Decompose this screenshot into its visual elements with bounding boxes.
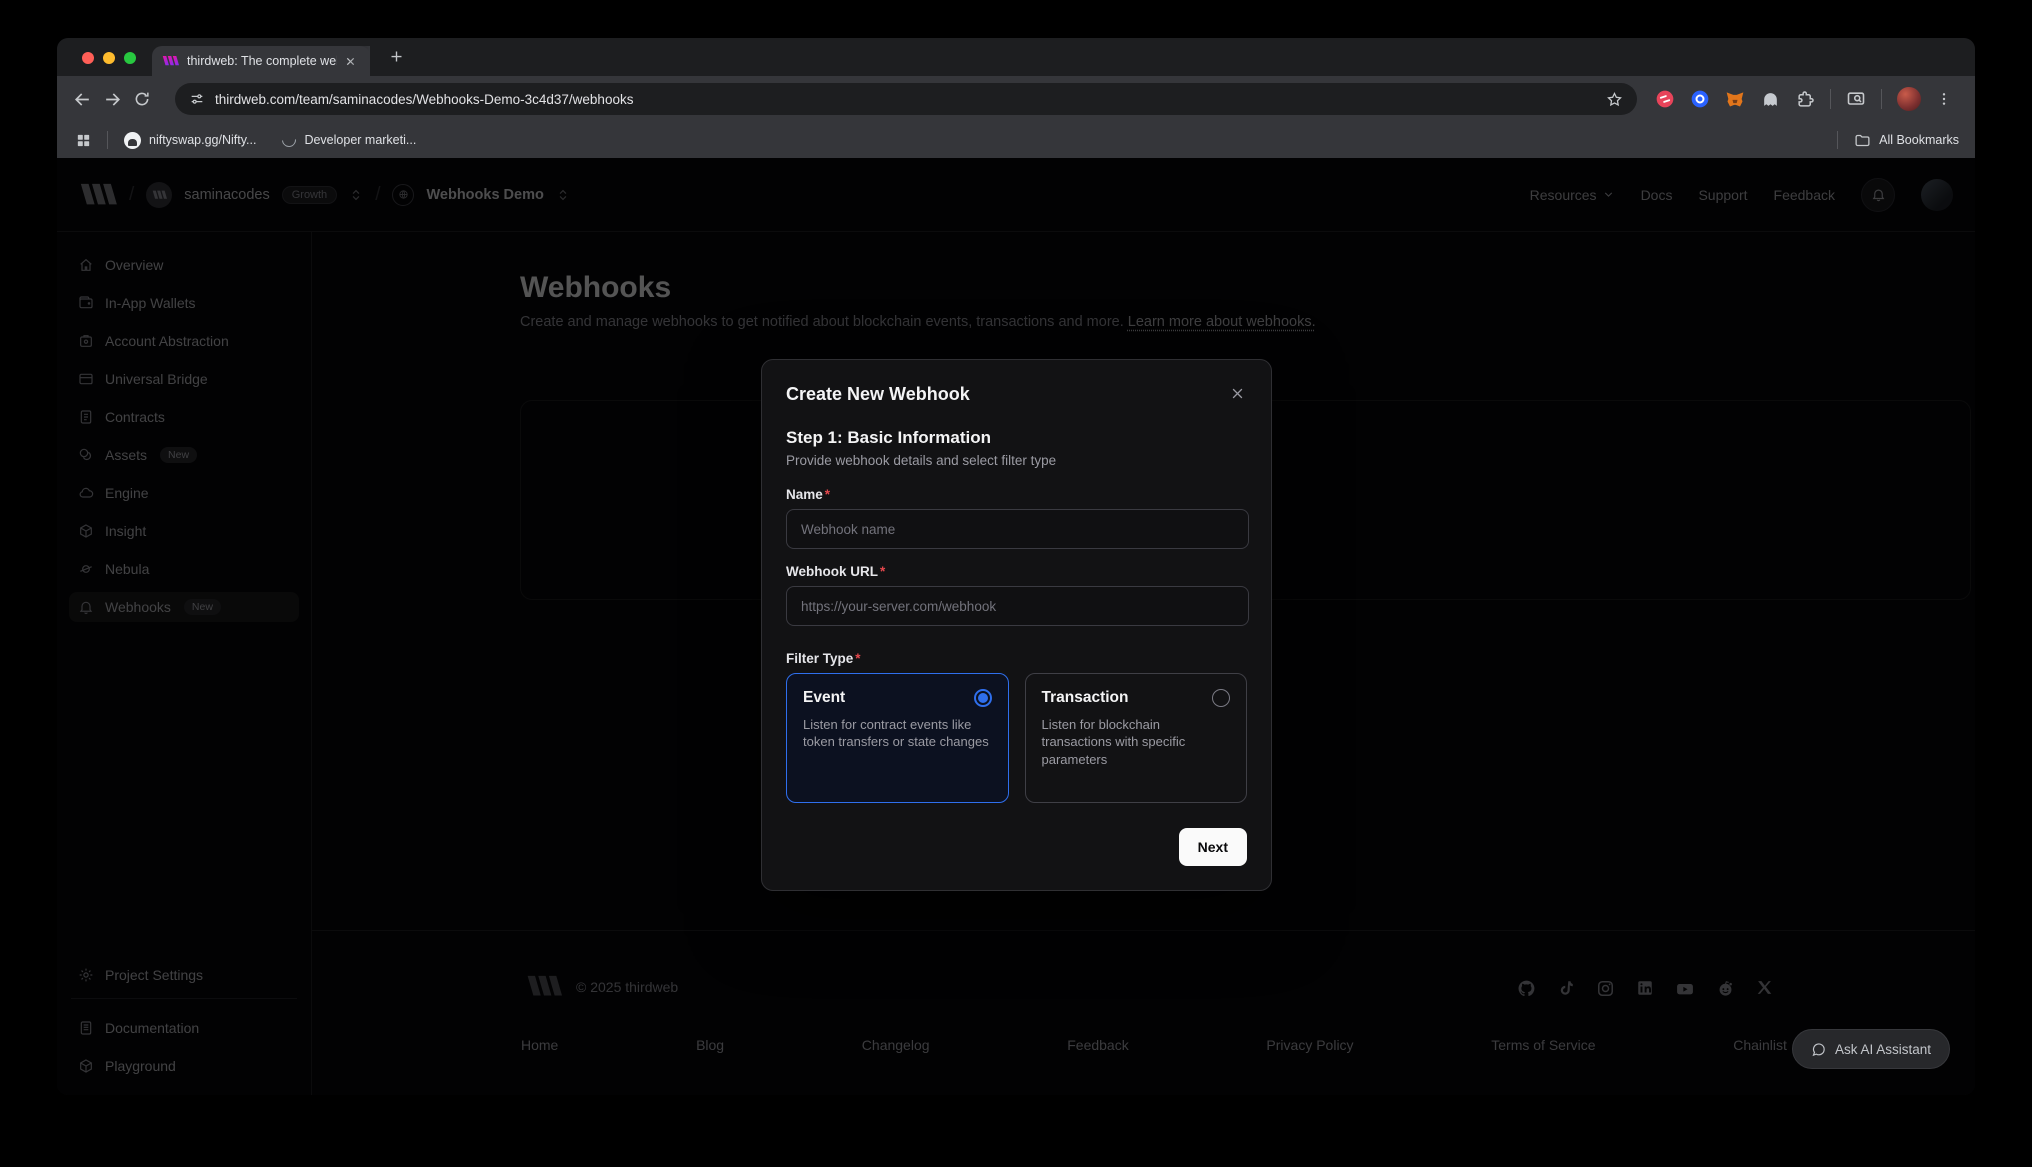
metamask-icon[interactable]: [1725, 89, 1745, 109]
required-asterisk: *: [825, 487, 830, 502]
ask-ai-assistant-label: Ask AI Assistant: [1835, 1042, 1931, 1057]
filter-option-event[interactable]: Event Listen for contract events like to…: [786, 673, 1009, 803]
crescent-favicon: [280, 130, 300, 150]
minimize-window-button[interactable]: [103, 52, 115, 64]
all-bookmarks-button[interactable]: All Bookmarks: [1854, 132, 1959, 149]
extension-red-icon[interactable]: [1655, 89, 1675, 109]
filter-option-description: Listen for contract events like token tr…: [803, 716, 992, 751]
site-settings-icon[interactable]: [189, 91, 205, 107]
filter-type-label: Filter Type*: [786, 651, 1247, 666]
bookmark-label: niftyswap.gg/Nifty...: [149, 133, 256, 147]
filter-option-transaction[interactable]: Transaction Listen for blockchain transa…: [1025, 673, 1248, 803]
next-button[interactable]: Next: [1179, 828, 1247, 866]
create-webhook-modal: Create New Webhook Step 1: Basic Informa…: [761, 359, 1272, 891]
browser-toolbar: thirdweb.com/team/saminacodes/Webhooks-D…: [57, 76, 1975, 122]
all-bookmarks-label: All Bookmarks: [1879, 133, 1959, 147]
url-bar[interactable]: thirdweb.com/team/saminacodes/Webhooks-D…: [175, 83, 1637, 115]
extensions-row: [1655, 76, 1952, 122]
reload-icon[interactable]: [127, 84, 157, 114]
folder-icon: [1854, 132, 1871, 149]
tab-search-icon[interactable]: [1846, 89, 1866, 109]
tab-title-fade: [348, 46, 370, 76]
phantom-ghost-icon[interactable]: [1760, 89, 1780, 109]
toolbar-divider: [1830, 89, 1831, 109]
close-icon[interactable]: [1228, 384, 1247, 403]
required-asterisk: *: [880, 564, 885, 579]
filter-option-description: Listen for blockchain transactions with …: [1042, 716, 1231, 768]
tab-title: thirdweb: The complete web3: [187, 54, 337, 68]
extensions-puzzle-icon[interactable]: [1795, 89, 1815, 109]
close-window-button[interactable]: [82, 52, 94, 64]
name-label: Name*: [786, 487, 1247, 502]
filter-option-title: Event: [803, 689, 845, 707]
url-text[interactable]: thirdweb.com/team/saminacodes/Webhooks-D…: [215, 92, 633, 107]
back-icon[interactable]: [67, 84, 97, 114]
chat-bubble-icon: [1811, 1042, 1826, 1057]
traffic-lights: [82, 52, 136, 64]
bookmarks-divider: [1837, 131, 1838, 149]
webhook-url-label-text: Webhook URL: [786, 564, 878, 579]
extension-blue-icon[interactable]: [1690, 89, 1710, 109]
name-label-text: Name: [786, 487, 823, 502]
required-asterisk: *: [855, 651, 860, 666]
step-title: Step 1: Basic Information: [786, 428, 1247, 448]
zoom-window-button[interactable]: [124, 52, 136, 64]
browser-profile-avatar[interactable]: [1897, 87, 1921, 111]
bookmark-label: Developer marketi...: [304, 133, 416, 147]
radio-selected-icon[interactable]: [974, 689, 992, 707]
bookmark-developer-marketing[interactable]: Developer marketi...: [282, 133, 416, 147]
forward-icon[interactable]: [97, 84, 127, 114]
chrome-menu-icon[interactable]: [1936, 91, 1952, 107]
toolbar-divider: [1881, 89, 1882, 109]
filter-option-title: Transaction: [1042, 689, 1129, 707]
webhook-name-input[interactable]: [786, 509, 1249, 549]
new-tab-button[interactable]: [389, 49, 404, 64]
bookmarks-bar: niftyswap.gg/Nifty... Developer marketi.…: [57, 122, 1975, 158]
page-viewport: / saminacodes Growth / Webhooks Demo: [57, 158, 1975, 1095]
step-description: Provide webhook details and select filte…: [786, 453, 1247, 468]
ask-ai-assistant-button[interactable]: Ask AI Assistant: [1792, 1029, 1950, 1069]
browser-window: thirdweb: The complete web3 thirdweb.com…: [57, 38, 1975, 1095]
thirdweb-favicon: [162, 55, 179, 67]
github-favicon: [124, 132, 141, 149]
bookmark-star-icon[interactable]: [1606, 91, 1623, 108]
filter-type-label-text: Filter Type: [786, 651, 853, 666]
modal-title: Create New Webhook: [786, 384, 970, 405]
radio-unselected-icon[interactable]: [1212, 689, 1230, 707]
bookmark-niftyswap[interactable]: niftyswap.gg/Nifty...: [124, 132, 256, 149]
browser-tab[interactable]: thirdweb: The complete web3: [152, 46, 370, 76]
webhook-url-label: Webhook URL*: [786, 564, 1247, 579]
bookmarks-divider: [107, 131, 108, 149]
webhook-url-input[interactable]: [786, 586, 1249, 626]
apps-grid-icon[interactable]: [73, 130, 93, 150]
tab-strip: thirdweb: The complete web3: [57, 38, 1975, 76]
